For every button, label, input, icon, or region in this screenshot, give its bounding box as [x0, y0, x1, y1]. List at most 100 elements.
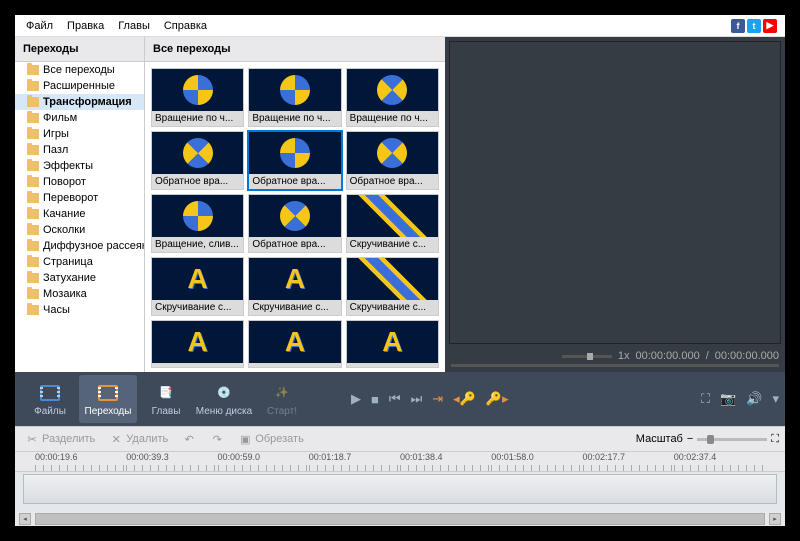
transitions-gallery[interactable]: Вращение по ч...Вращение по ч...Вращение… — [145, 62, 445, 372]
folder-item[interactable]: Диффузное рассеяние — [15, 238, 144, 254]
timeline-scrollbar[interactable]: ◂ ▸ — [15, 512, 785, 526]
transition-thumb[interactable]: Обратное вра... — [248, 194, 341, 253]
folder-item[interactable]: Часы — [15, 302, 144, 318]
tool-start[interactable]: ✨ Старт! — [253, 375, 311, 423]
transition-thumb[interactable]: Вращение по ч... — [346, 68, 439, 127]
next-button[interactable]: ⏭ — [411, 391, 423, 407]
split-label: Разделить — [42, 433, 95, 445]
folder-icon — [27, 273, 39, 283]
transition-thumb[interactable]: Вращение по ч... — [151, 68, 244, 127]
menu-edit[interactable]: Правка — [60, 17, 111, 35]
transition-thumb[interactable]: Скручивание с... — [346, 194, 439, 253]
tool-transitions[interactable]: Переходы — [79, 375, 137, 423]
transition-thumb[interactable]: A — [248, 320, 341, 368]
transition-thumb[interactable]: Вращение, слив... — [151, 194, 244, 253]
marker-button[interactable]: ⇥ — [432, 391, 443, 407]
folder-item[interactable]: Мозаика — [15, 286, 144, 302]
twitter-icon[interactable]: t — [747, 19, 761, 33]
folder-item[interactable]: Фильм — [15, 110, 144, 126]
undo-button[interactable]: ↶ — [178, 430, 200, 448]
folder-item[interactable]: Расширенные — [15, 78, 144, 94]
thumb-preview — [347, 195, 438, 237]
speed-slider[interactable] — [562, 355, 612, 358]
zoom-fit-icon[interactable]: ⛶ — [771, 433, 779, 446]
ruler-tick: 00:00:59.0 — [218, 452, 309, 471]
undo-icon: ↶ — [182, 432, 196, 446]
preview-status: 1x 00:00:00.000 / 00:00:00.000 — [445, 348, 785, 364]
menubar: Файл Правка Главы Справка f t ▶ — [15, 15, 785, 37]
edit-bar: ✂ Разделить ✕ Удалить ↶ ↷ ▣ Обрезать Мас… — [15, 426, 785, 452]
zoom-slider[interactable] — [697, 438, 767, 441]
prev-button[interactable]: ⏮ — [389, 391, 401, 407]
preview-panel: 1x 00:00:00.000 / 00:00:00.000 — [445, 37, 785, 372]
playback-controls: ▶ ■ ⏮ ⏭ ⇥ ◂🔑 🔑▸ — [351, 391, 509, 407]
tool-files[interactable]: Файлы — [21, 375, 79, 423]
folder-item[interactable]: Игры — [15, 126, 144, 142]
folder-item[interactable]: Пазл — [15, 142, 144, 158]
scroll-left-button[interactable]: ◂ — [19, 513, 31, 525]
transition-thumb[interactable]: Скручивание с... — [346, 257, 439, 316]
play-button[interactable]: ▶ — [351, 391, 361, 407]
folder-item[interactable]: Эффекты — [15, 158, 144, 174]
menu-file[interactable]: Файл — [19, 17, 60, 35]
facebook-icon[interactable]: f — [731, 19, 745, 33]
filmstrip-icon — [40, 385, 60, 401]
tool-chapters[interactable]: 📑 Главы — [137, 375, 195, 423]
folder-icon — [27, 113, 39, 123]
thumb-preview — [347, 132, 438, 174]
transition-thumb[interactable]: A — [346, 320, 439, 368]
stop-button[interactable]: ■ — [371, 392, 379, 407]
speed-label: 1x — [618, 350, 630, 362]
gallery-panel: Все переходы Вращение по ч...Вращение по… — [145, 37, 445, 372]
key-prev-button[interactable]: ◂🔑 — [453, 391, 476, 407]
sidebar-list[interactable]: Все переходы Расширенные ТрансформацияФиль… — [15, 62, 144, 372]
thumb-preview: A — [152, 258, 243, 300]
folder-item[interactable]: Затухание — [15, 270, 144, 286]
tool-menu-disc[interactable]: 💿 Меню диска — [195, 375, 253, 423]
delete-button[interactable]: ✕ Удалить — [105, 430, 172, 448]
zoom-out-icon[interactable]: − — [687, 433, 693, 445]
transition-thumb[interactable]: A — [151, 320, 244, 368]
menu-help[interactable]: Справка — [157, 17, 214, 35]
transition-thumb[interactable]: Обратное вра... — [248, 131, 341, 190]
folder-icon — [27, 145, 39, 155]
thumb-preview — [152, 195, 243, 237]
folder-item[interactable]: Осколки — [15, 222, 144, 238]
more-button[interactable]: ▾ — [772, 391, 779, 407]
fullscreen-button[interactable]: ⛶ — [701, 391, 710, 407]
folder-item[interactable]: Трансформация — [15, 94, 144, 110]
split-button[interactable]: ✂ Разделить — [21, 430, 99, 448]
folder-item[interactable]: Все переходы — [15, 62, 144, 78]
folder-item[interactable]: Страница — [15, 254, 144, 270]
transition-thumb[interactable]: AСкручивание с... — [248, 257, 341, 316]
key-next-button[interactable]: 🔑▸ — [486, 391, 509, 407]
scroll-track[interactable] — [35, 513, 765, 525]
tool-files-label: Файлы — [34, 406, 66, 417]
folder-icon — [27, 289, 39, 299]
timeline-ruler[interactable]: 00:00:19.600:00:39.300:00:59.000:01:18.7… — [15, 452, 785, 472]
transition-thumb[interactable]: Обратное вра... — [346, 131, 439, 190]
folder-item[interactable]: Поворот — [15, 174, 144, 190]
snapshot-button[interactable]: 📷 — [720, 391, 736, 407]
video-track[interactable] — [23, 474, 777, 504]
folder-label: Расширенные — [43, 80, 115, 92]
track-area[interactable] — [15, 472, 785, 512]
crop-button[interactable]: ▣ Обрезать — [234, 430, 308, 448]
transition-thumb[interactable]: Вращение по ч... — [248, 68, 341, 127]
menu-chapters[interactable]: Главы — [111, 17, 157, 35]
folder-item[interactable]: Качание — [15, 206, 144, 222]
folder-item[interactable]: Переворот — [15, 190, 144, 206]
volume-button[interactable]: 🔊 — [746, 391, 762, 407]
transition-thumb[interactable]: Обратное вра... — [151, 131, 244, 190]
ruler-tick: 00:00:19.6 — [35, 452, 126, 471]
preview-scrubber[interactable] — [445, 364, 785, 372]
thumb-label: Скручивание с... — [347, 237, 438, 252]
youtube-icon[interactable]: ▶ — [763, 19, 777, 33]
redo-button[interactable]: ↷ — [206, 430, 228, 448]
tool-menu-disc-label: Меню диска — [196, 406, 252, 417]
transition-thumb[interactable]: AСкручивание с... — [151, 257, 244, 316]
timeline: 00:00:19.600:00:39.300:00:59.000:01:18.7… — [15, 452, 785, 526]
scroll-thumb[interactable] — [36, 514, 764, 524]
scroll-right-button[interactable]: ▸ — [769, 513, 781, 525]
split-icon: ✂ — [25, 432, 39, 446]
